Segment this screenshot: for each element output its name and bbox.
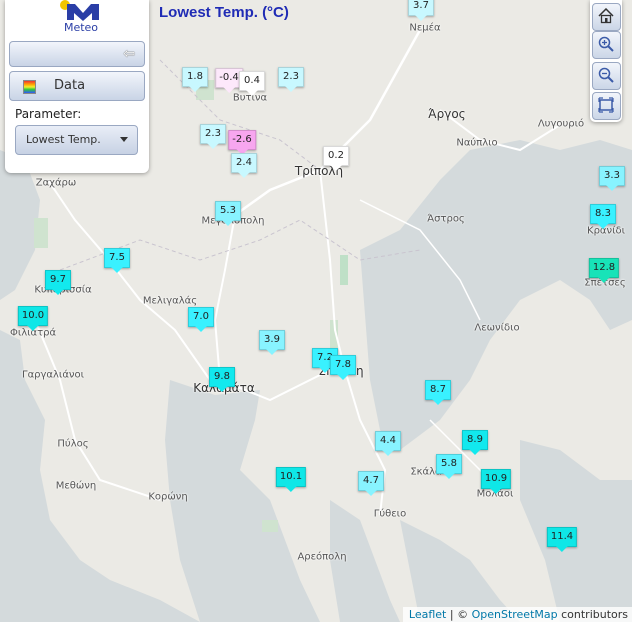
station-marker[interactable]: 8.3 — [590, 204, 616, 229]
station-marker[interactable]: 3.7 — [408, 0, 434, 21]
map-attribution: Leaflet | © OpenStreetMap contributors — [402, 607, 632, 622]
map-toolbar — [590, 0, 622, 122]
zoom-in-button[interactable] — [592, 31, 621, 59]
logo-text: Meteo — [63, 21, 99, 34]
station-marker[interactable]: 9.7 — [45, 270, 71, 295]
osm-link[interactable]: OpenStreetMap — [472, 608, 558, 621]
station-marker[interactable]: 5.8 — [436, 454, 462, 479]
station-marker[interactable]: 8.9 — [462, 430, 488, 455]
fullscreen-icon — [598, 97, 614, 113]
station-marker[interactable]: 3.9 — [259, 330, 285, 355]
station-marker[interactable]: 5.3 — [215, 201, 241, 226]
attribution-separator: | © — [446, 608, 472, 621]
station-marker[interactable]: 4.4 — [375, 431, 401, 456]
home-icon — [598, 8, 614, 24]
station-marker[interactable]: 10.0 — [17, 306, 49, 331]
place-label-argos: Άργος — [428, 107, 466, 121]
station-marker[interactable]: -2.6 — [228, 130, 256, 155]
station-marker[interactable]: 7.0 — [188, 307, 214, 332]
place-label-meligalas: Μελιγαλάς — [142, 295, 198, 307]
chevron-down-icon — [120, 137, 128, 142]
place-label-nemea: Νεμέα — [409, 22, 441, 34]
station-marker[interactable]: 12.8 — [588, 258, 620, 283]
station-marker[interactable]: 7.8 — [330, 355, 356, 380]
parameter-select[interactable]: Lowest Temp. — [15, 125, 138, 155]
station-marker[interactable]: 0.4 — [239, 71, 265, 96]
parameter-select-value: Lowest Temp. — [26, 133, 101, 146]
parameter-label: Parameter: — [15, 107, 82, 121]
place-label-lygourio: Λυγουριό — [537, 118, 585, 130]
zoom-out-button[interactable] — [592, 62, 621, 90]
arrow-left-icon: ⇦ — [123, 46, 135, 62]
attribution-contributors: contributors — [557, 608, 628, 621]
station-marker[interactable]: 9.8 — [209, 367, 235, 392]
data-button-label: Data — [54, 78, 86, 93]
palette-icon — [23, 80, 36, 94]
station-marker[interactable]: 10.1 — [275, 467, 307, 492]
map-title: Lowest Temp. (°C) — [159, 4, 289, 21]
station-marker[interactable]: 2.4 — [231, 153, 257, 178]
place-label-gytheio: Γύθειο — [373, 508, 407, 520]
station-marker[interactable]: 1.8 — [182, 67, 208, 92]
zoom-in-icon — [598, 36, 614, 52]
station-marker[interactable]: 0.2 — [323, 146, 349, 171]
station-marker[interactable]: 4.7 — [358, 471, 384, 496]
place-label-nafplio: Ναύπλιο — [456, 137, 498, 149]
place-label-zacharo: Ζαχάρω — [35, 177, 77, 189]
leaflet-link[interactable]: Leaflet — [409, 608, 446, 621]
place-label-methoni: Μεθώνη — [55, 480, 97, 492]
place-label-leonidio: Λεωνίδιο — [474, 322, 520, 334]
fullscreen-button[interactable] — [592, 92, 621, 120]
place-label-koroni: Κορώνη — [148, 491, 188, 503]
place-label-astros: Άστρος — [427, 213, 465, 225]
station-marker[interactable]: 2.3 — [200, 124, 226, 149]
place-label-gargalianoi: Γαργαλιάνοι — [21, 369, 85, 381]
data-button[interactable]: Data — [9, 71, 145, 101]
control-panel: Meteo ⇦ Data Parameter: Lowest Temp. — [5, 0, 149, 173]
station-marker[interactable]: 2.3 — [278, 67, 304, 92]
station-marker[interactable]: 11.4 — [546, 527, 578, 552]
station-marker[interactable]: 3.3 — [599, 166, 625, 191]
place-label-areopoli: Αρεόπολη — [297, 551, 347, 563]
station-marker[interactable]: 7.5 — [104, 248, 130, 273]
place-label-pylos: Πύλος — [57, 438, 89, 450]
collapse-panel-button[interactable]: ⇦ — [9, 41, 145, 67]
station-marker[interactable]: 8.7 — [425, 380, 451, 405]
station-marker[interactable]: 10.9 — [480, 469, 512, 494]
zoom-out-icon — [598, 67, 614, 83]
home-button[interactable] — [592, 3, 621, 31]
